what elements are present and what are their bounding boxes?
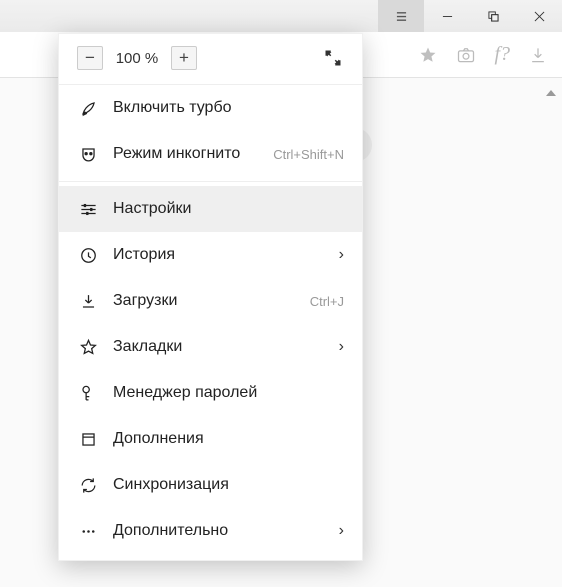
- zoom-in-button[interactable]: +: [171, 46, 197, 70]
- ellipsis-icon: [77, 522, 99, 541]
- sync-icon: [77, 476, 99, 495]
- menu-shortcut: Ctrl+J: [310, 294, 344, 309]
- bookmark-star-icon[interactable]: [418, 45, 438, 65]
- window-close-button[interactable]: [516, 0, 562, 32]
- menu-label: Менеджер паролей: [113, 384, 344, 402]
- hamburger-menu-button[interactable]: [378, 0, 424, 32]
- chevron-right-icon: ›: [339, 246, 344, 264]
- font-question-icon[interactable]: f?: [494, 43, 510, 66]
- menu-sync[interactable]: Синхронизация: [59, 462, 362, 508]
- menu-shortcut: Ctrl+Shift+N: [273, 147, 344, 162]
- fullscreen-button[interactable]: [322, 47, 344, 69]
- download-arrow-icon: [77, 292, 99, 311]
- package-icon: [77, 430, 99, 449]
- menu-label: Дополнения: [113, 430, 344, 448]
- zoom-row: − 100 % +: [59, 34, 362, 85]
- key-icon: [77, 384, 99, 403]
- menu-label: Настройки: [113, 200, 344, 218]
- chevron-right-icon: ›: [339, 522, 344, 540]
- menu-label: Режим инкогнито: [113, 145, 273, 163]
- menu-downloads[interactable]: Загрузки Ctrl+J: [59, 278, 362, 324]
- menu-passwords[interactable]: Менеджер паролей: [59, 370, 362, 416]
- menu-addons[interactable]: Дополнения: [59, 416, 362, 462]
- zoom-level: 100 %: [103, 50, 171, 67]
- menu-label: Синхронизация: [113, 476, 344, 494]
- clock-icon: [77, 246, 99, 265]
- mask-icon: [77, 145, 99, 164]
- menu-settings[interactable]: Настройки: [59, 186, 362, 232]
- menu-separator: [59, 181, 362, 182]
- menu-history[interactable]: История ›: [59, 232, 362, 278]
- menu-bookmarks[interactable]: Закладки ›: [59, 324, 362, 370]
- menu-label: Дополнительно: [113, 522, 333, 540]
- main-menu-popup: − 100 % + Включить турбо Режим инкогнито…: [58, 33, 363, 561]
- download-icon[interactable]: [528, 45, 548, 65]
- menu-label: Закладки: [113, 338, 333, 356]
- sliders-icon: [77, 200, 99, 219]
- menu-turbo[interactable]: Включить турбо: [59, 85, 362, 131]
- camera-icon[interactable]: [456, 45, 476, 65]
- chevron-right-icon: ›: [339, 338, 344, 356]
- zoom-out-button[interactable]: −: [77, 46, 103, 70]
- menu-label: Включить турбо: [113, 99, 344, 117]
- window-minimize-button[interactable]: [424, 0, 470, 32]
- window-titlebar: [0, 0, 562, 32]
- window-maximize-button[interactable]: [470, 0, 516, 32]
- menu-more[interactable]: Дополнительно ›: [59, 508, 362, 554]
- scroll-up-arrow[interactable]: [546, 90, 556, 96]
- menu-label: Загрузки: [113, 292, 310, 310]
- menu-label: История: [113, 246, 333, 264]
- menu-incognito[interactable]: Режим инкогнито Ctrl+Shift+N: [59, 131, 362, 177]
- rocket-icon: [77, 99, 99, 118]
- star-icon: [77, 338, 99, 357]
